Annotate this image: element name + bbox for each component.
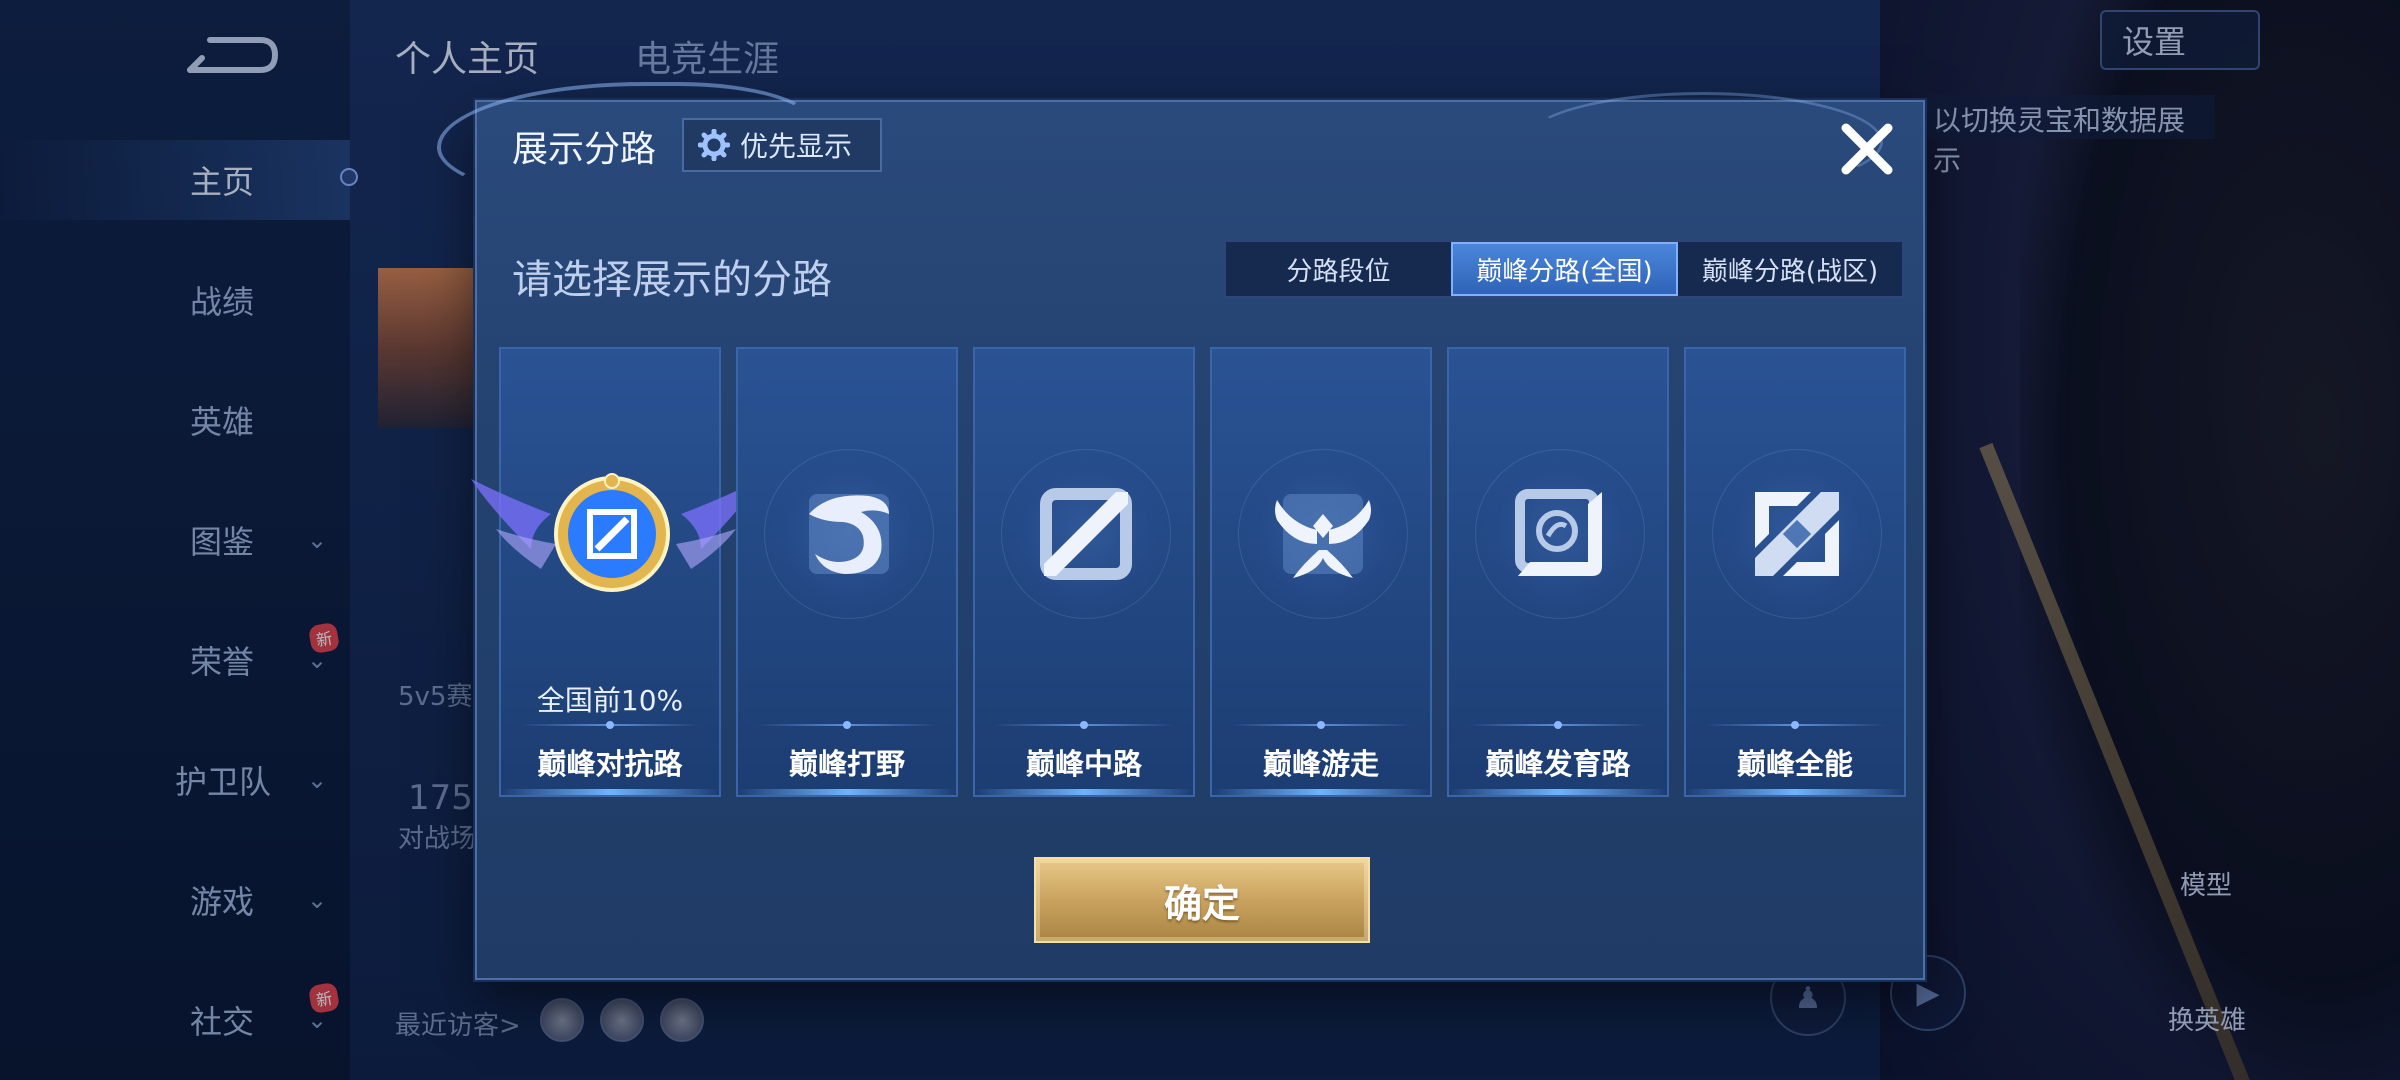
segment-peak-national[interactable]: 巅峰分路(全国) xyxy=(1451,242,1678,296)
dialog-title: 展示分路 xyxy=(512,129,657,170)
lane-name: 巅峰对抗路 xyxy=(537,747,683,781)
lane-name: 巅峰中路 xyxy=(1025,747,1142,781)
confirm-button[interactable]: 确定 xyxy=(1034,857,1370,943)
lane-name: 巅峰游走 xyxy=(1262,747,1379,781)
decorative-swirl xyxy=(1523,92,1883,192)
mid-lane-icon xyxy=(1040,488,1132,580)
priority-display-button[interactable]: 优先显示 xyxy=(682,118,882,172)
lane-card-jungle[interactable]: 巅峰打野 xyxy=(736,347,958,797)
lane-card-clash[interactable]: 全国前10% 巅峰对抗路 xyxy=(471,347,761,797)
divider xyxy=(1469,721,1647,729)
lane-display-dialog: 展示分路 优先显示 请选择展示的分路 分路段位 巅峰分路(全国) 巅峰分路(战区… xyxy=(437,82,1925,980)
divider xyxy=(995,721,1173,729)
jungle-icon xyxy=(809,494,889,574)
lane-rank-text: 全国前10% xyxy=(536,684,684,717)
divider xyxy=(1706,721,1884,729)
divider xyxy=(758,721,936,729)
priority-label: 优先显示 xyxy=(740,130,853,163)
lane-name: 巅峰打野 xyxy=(788,747,905,781)
close-icon[interactable] xyxy=(1832,114,1902,184)
farm-lane-icon xyxy=(1515,489,1602,576)
segment-lane-rank[interactable]: 分路段位 xyxy=(1226,242,1451,296)
segment-peak-zone[interactable]: 巅峰分路(战区) xyxy=(1678,242,1902,296)
lane-card-all-round[interactable]: 巅峰全能 xyxy=(1684,347,1906,797)
lane-card-mid[interactable]: 巅峰中路 xyxy=(973,347,1195,797)
dialog-subtitle: 请选择展示的分路 xyxy=(512,257,832,303)
lane-card-farm[interactable]: 巅峰发育路 xyxy=(1447,347,1669,797)
clash-lane-icon xyxy=(554,473,670,592)
lane-name: 巅峰全能 xyxy=(1736,747,1853,781)
divider xyxy=(521,721,699,729)
roam-icon xyxy=(1275,494,1371,578)
divider xyxy=(1232,721,1410,729)
all-round-icon xyxy=(1755,492,1839,576)
lane-card-roam[interactable]: 巅峰游走 xyxy=(1210,347,1432,797)
lane-type-segmented-control: 分路段位 巅峰分路(全国) 巅峰分路(战区) xyxy=(1224,240,1904,298)
lane-name: 巅峰发育路 xyxy=(1485,747,1631,781)
gear-icon xyxy=(698,129,730,161)
